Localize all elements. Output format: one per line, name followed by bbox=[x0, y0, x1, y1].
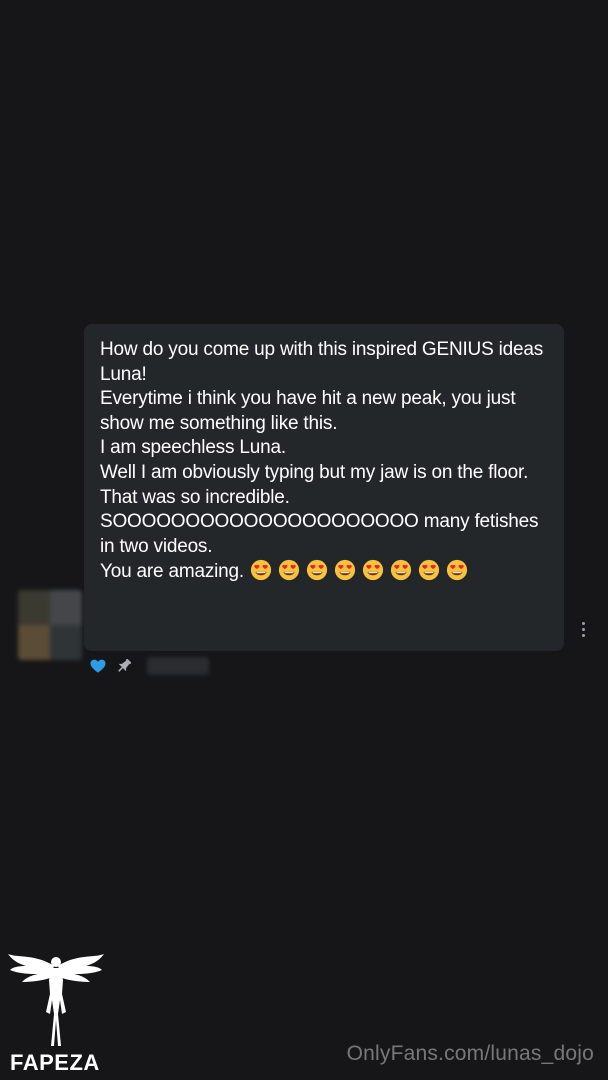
message-bubble[interactable]: How do you come up with this inspired GE… bbox=[84, 324, 564, 651]
heart-eyes-emoji bbox=[418, 560, 440, 581]
avatar[interactable] bbox=[18, 590, 82, 660]
timestamp-blurred bbox=[147, 657, 209, 675]
heart-icon[interactable] bbox=[89, 657, 107, 675]
avatar-pixel bbox=[18, 625, 50, 660]
heart-eyes-emoji bbox=[446, 560, 468, 581]
emoji-row bbox=[244, 560, 468, 582]
more-vertical-icon-dot bbox=[581, 627, 585, 631]
heart-eyes-emoji bbox=[306, 560, 328, 581]
heart-eyes-emoji bbox=[250, 560, 272, 581]
avatar-pixel bbox=[18, 590, 50, 625]
avatar-pixel bbox=[50, 590, 82, 625]
message-meta bbox=[89, 655, 209, 677]
pin-icon[interactable] bbox=[115, 657, 133, 675]
more-options-button[interactable] bbox=[576, 618, 590, 640]
avatar-pixel bbox=[50, 625, 82, 660]
more-vertical-icon-dot bbox=[581, 621, 585, 625]
watermark: OnlyFans.com/lunas_dojo bbox=[346, 1042, 594, 1065]
message-text: How do you come up with this inspired GE… bbox=[100, 338, 548, 585]
heart-eyes-emoji bbox=[334, 560, 356, 581]
logo-text: FAPEZA bbox=[10, 1050, 100, 1075]
more-vertical-icon-dot bbox=[581, 633, 585, 637]
heart-eyes-emoji bbox=[390, 560, 412, 581]
heart-eyes-emoji bbox=[362, 560, 384, 581]
heart-eyes-emoji bbox=[278, 560, 300, 581]
message-body: How do you come up with this inspired GE… bbox=[100, 339, 544, 583]
